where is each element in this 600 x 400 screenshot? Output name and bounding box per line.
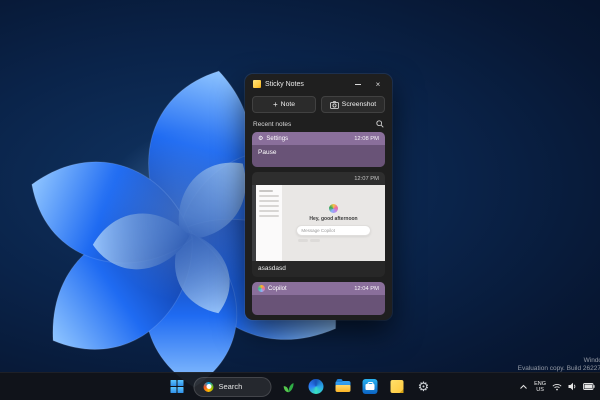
- new-note-label: Note: [280, 101, 296, 108]
- minimize-icon: [355, 83, 361, 85]
- sticky-notes-window: Sticky Notes × + Note Screenshot Recent …: [245, 74, 392, 320]
- note-header: 12:07 PM: [252, 172, 385, 185]
- note-app-name: Settings: [266, 135, 289, 142]
- suggestion-chips: [298, 239, 321, 242]
- taskbar-app-plant[interactable]: [279, 377, 299, 397]
- browser-sidebar: [256, 185, 282, 261]
- language-indicator[interactable]: ENG US: [534, 381, 546, 393]
- screenshot-label: Screenshot: [341, 101, 377, 108]
- watermark-line1: Windows: [583, 357, 600, 364]
- copilot-input: Message Copilot: [296, 225, 371, 236]
- note-body: asasdasd: [252, 261, 385, 277]
- taskbar-app-file-explorer[interactable]: [333, 377, 353, 397]
- copilot-greeting: Hey, good afternoon: [309, 216, 358, 222]
- note-header: Copilot 12:04 PM: [252, 282, 385, 295]
- close-button[interactable]: ×: [370, 77, 386, 91]
- taskbar-app-sticky-notes[interactable]: [387, 377, 407, 397]
- note-text: asasdasd: [258, 265, 286, 272]
- store-icon: [362, 379, 377, 394]
- plus-icon: +: [272, 99, 278, 109]
- desktop: Windows Evaluation copy. Build 26227.ge …: [0, 0, 600, 400]
- copilot-icon: [258, 285, 265, 292]
- windows-logo-icon: [170, 380, 183, 393]
- note-card-screenshot[interactable]: 12:07 PM Hey, good afternoon Message Cop…: [252, 172, 385, 277]
- copilot-logo-icon: [329, 204, 338, 213]
- search-icon: [203, 381, 214, 392]
- window-title: Sticky Notes: [265, 80, 304, 88]
- screenshot-thumbnail: Hey, good afternoon Message Copilot: [252, 185, 385, 261]
- note-card-settings[interactable]: ⚙ Settings 12:08 PM Pause: [252, 132, 385, 167]
- file-explorer-icon: [335, 379, 350, 392]
- note-timestamp: 12:08 PM: [354, 135, 379, 142]
- battery-icon[interactable]: [583, 383, 595, 390]
- plant-icon: [283, 382, 294, 392]
- tray-chevron-up-icon[interactable]: [519, 384, 528, 390]
- settings-gear-icon: ⚙: [417, 379, 430, 394]
- search-label: Search: [218, 382, 243, 391]
- note-text: Pause: [258, 149, 277, 156]
- copilot-input-placeholder: Message Copilot: [301, 228, 335, 233]
- edge-icon: [308, 379, 323, 394]
- recent-notes-row: Recent notes: [245, 118, 392, 132]
- copilot-page: Hey, good afternoon Message Copilot: [282, 185, 385, 261]
- notes-list[interactable]: ⚙ Settings 12:08 PM Pause 12:07 PM Hey, …: [245, 132, 392, 320]
- toolbar: + Note Screenshot: [245, 94, 392, 118]
- note-body: Pause: [252, 145, 385, 167]
- gear-icon: ⚙: [258, 135, 264, 142]
- note-card-copilot[interactable]: Copilot 12:04 PM: [252, 282, 385, 315]
- taskbar-search[interactable]: Search: [193, 376, 272, 397]
- volume-icon[interactable]: [568, 382, 577, 391]
- sticky-notes-app-icon: [253, 80, 261, 88]
- taskbar-center: Search ⚙: [167, 373, 434, 400]
- recent-notes-label: Recent notes: [253, 120, 292, 128]
- camera-icon: [329, 100, 339, 109]
- taskbar-app-edge[interactable]: [306, 377, 326, 397]
- search-notes-icon[interactable]: [376, 120, 384, 128]
- new-note-button[interactable]: + Note: [252, 96, 316, 113]
- language-region: US: [536, 386, 544, 393]
- sticky-notes-icon: [390, 380, 403, 393]
- minimize-button[interactable]: [350, 77, 366, 91]
- start-button[interactable]: [167, 377, 187, 397]
- taskbar: Search ⚙ ENG US: [0, 372, 600, 400]
- note-header: ⚙ Settings 12:08 PM: [252, 132, 385, 145]
- note-app-name: Copilot: [268, 285, 287, 292]
- screenshot-button[interactable]: Screenshot: [321, 96, 385, 113]
- wifi-icon[interactable]: [552, 383, 562, 391]
- taskbar-app-settings[interactable]: ⚙: [414, 377, 434, 397]
- taskbar-app-store[interactable]: [360, 377, 380, 397]
- note-timestamp: 12:04 PM: [354, 285, 379, 292]
- evaluation-watermark: Windows Evaluation copy. Build 26227.ge: [518, 357, 600, 373]
- note-timestamp: 12:07 PM: [354, 175, 379, 182]
- system-tray: ENG US: [519, 373, 595, 400]
- note-body: [252, 295, 385, 315]
- titlebar[interactable]: Sticky Notes ×: [245, 74, 392, 94]
